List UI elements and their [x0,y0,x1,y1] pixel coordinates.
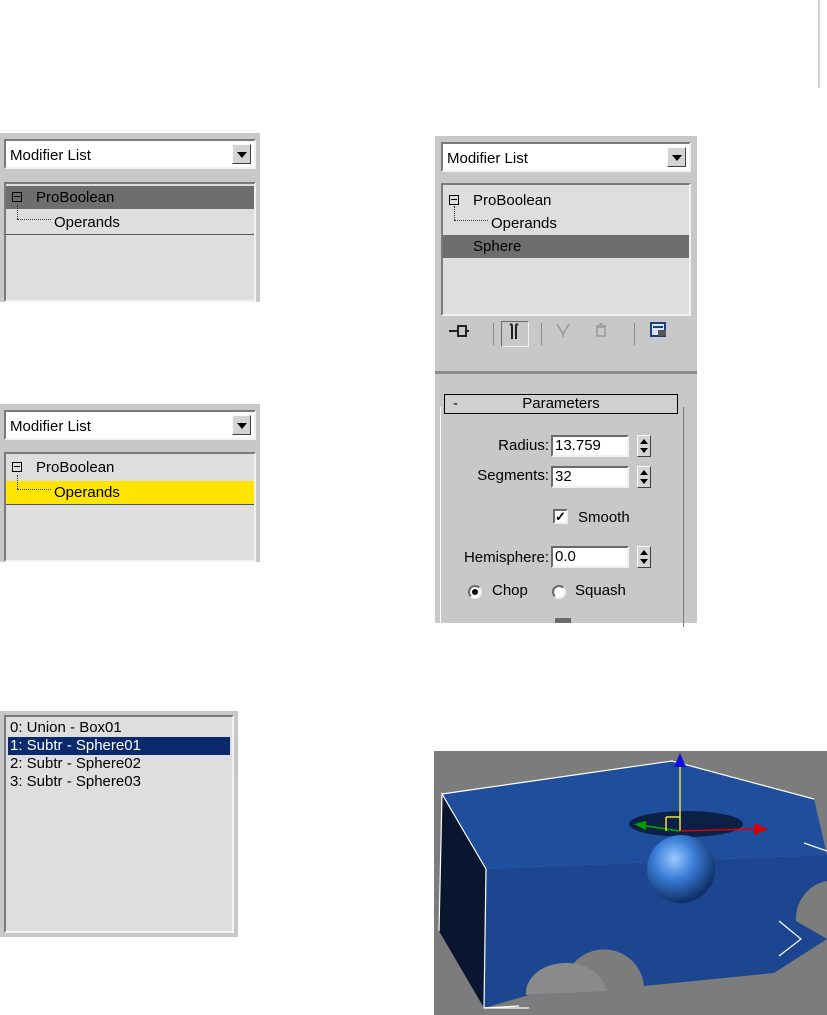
operand-item[interactable]: 3: Subtr - Sphere03 [8,773,230,791]
operand-list-panel: 0: Union - Box01 1: Subtr - Sphere01 2: … [0,711,238,937]
smooth-checkbox[interactable]: ✓ [553,509,568,524]
collapse-icon[interactable] [12,462,22,472]
stack-toolbar [441,321,691,349]
stack-item-operands[interactable]: Operands [6,205,254,234]
toolbar-divider [493,323,494,345]
parameters-rollout: - Parameters Radius: 13.759 Segments: 32… [435,374,697,627]
viewport-3d[interactable] [434,751,827,1015]
cut-off-control [555,618,571,623]
operand-item-selected[interactable]: 1: Subtr - Sphere01 [8,737,230,755]
viewport-render [438,753,827,1009]
configure-modifier-sets-icon[interactable] [645,321,673,347]
tree-connector [17,219,51,220]
modifier-list-label: Modifier List [10,147,91,164]
chop-radio[interactable] [468,585,482,599]
box-top-face [442,761,827,869]
tree-connector [17,489,51,490]
stack-item-label: ProBoolean [473,192,552,209]
segments-label: Segments: [477,467,549,484]
operand-item[interactable]: 0: Union - Box01 [8,719,230,737]
pin-stack-icon[interactable] [445,321,473,347]
sphere-operand [647,835,715,903]
squash-label: Squash [575,582,626,599]
modifier-stack[interactable]: ProBoolean Operands [4,452,256,562]
tree-connector [17,205,18,219]
modifier-panel-probool-selected: Modifier List ProBoolean Operands [0,133,260,302]
toolbar-divider [541,323,542,345]
hemisphere-input[interactable]: 0.0 [551,546,629,568]
hemisphere-spinner[interactable] [637,546,651,568]
segments-input[interactable]: 32 [551,466,629,488]
operand-list[interactable]: 0: Union - Box01 1: Subtr - Sphere01 2: … [4,715,234,933]
stack-item-label: Operands [54,214,120,231]
modifier-list-dropdown[interactable]: Modifier List [4,139,256,169]
show-end-result-icon[interactable] [501,321,529,347]
squash-radio[interactable] [552,585,566,599]
parameters-rollout-header[interactable]: - Parameters [444,394,678,414]
chop-label: Chop [492,582,528,599]
segments-spinner[interactable] [637,466,651,488]
stack-separator [6,504,254,505]
collapse-icon[interactable] [449,195,459,205]
stack-item-label: Sphere [473,238,522,255]
modifier-list-dropdown[interactable]: Modifier List [441,142,691,172]
stack-separator [6,234,254,235]
remove-modifier-icon[interactable] [587,321,615,347]
stack-item-proboolean[interactable]: ProBoolean [6,456,254,479]
modifier-stack[interactable]: ProBoolean Operands [4,182,256,302]
stack-item-label: Operands [491,215,557,232]
operand-item[interactable]: 2: Subtr - Sphere02 [8,755,230,773]
hole-opening [629,811,743,837]
hemisphere-label: Hemisphere: [463,549,549,566]
modifier-stack[interactable]: ProBoolean Operands Sphere [441,183,691,316]
modifier-list-dropdown[interactable]: Modifier List [4,410,256,440]
chevron-down-icon[interactable] [232,415,251,435]
tree-connector [454,206,455,220]
page-margin-rule [818,0,820,88]
radius-spinner[interactable] [637,435,651,457]
modifier-panel-sphere: Modifier List ProBoolean Operands Sphere [435,136,697,627]
stack-item-label: Operands [54,484,120,501]
tree-connector [454,220,488,221]
stack-item-proboolean[interactable]: ProBoolean [443,189,689,212]
stack-item-operands[interactable]: Operands [6,475,254,504]
smooth-label: Smooth [578,509,630,526]
stack-item-operands[interactable]: Operands [443,206,689,235]
radius-label: Radius: [498,437,549,454]
stack-item-label: ProBoolean [36,459,115,476]
collapse-icon[interactable] [12,192,22,202]
chevron-down-icon[interactable] [667,147,686,167]
stack-item-sphere[interactable]: Sphere [443,235,689,258]
modifier-list-label: Modifier List [10,418,91,435]
modifier-list-label: Modifier List [447,150,528,167]
stack-item-label: ProBoolean [36,189,115,206]
tree-connector [17,475,18,489]
modifier-panel-operands-selected: Modifier List ProBoolean Operands [0,404,260,562]
stack-item-proboolean[interactable]: ProBoolean [6,186,254,209]
toolbar-divider [634,323,635,345]
chevron-down-icon[interactable] [232,144,251,164]
radius-input[interactable]: 13.759 [551,435,629,457]
rollout-title: Parameters [522,395,600,412]
make-unique-icon[interactable] [549,321,577,347]
